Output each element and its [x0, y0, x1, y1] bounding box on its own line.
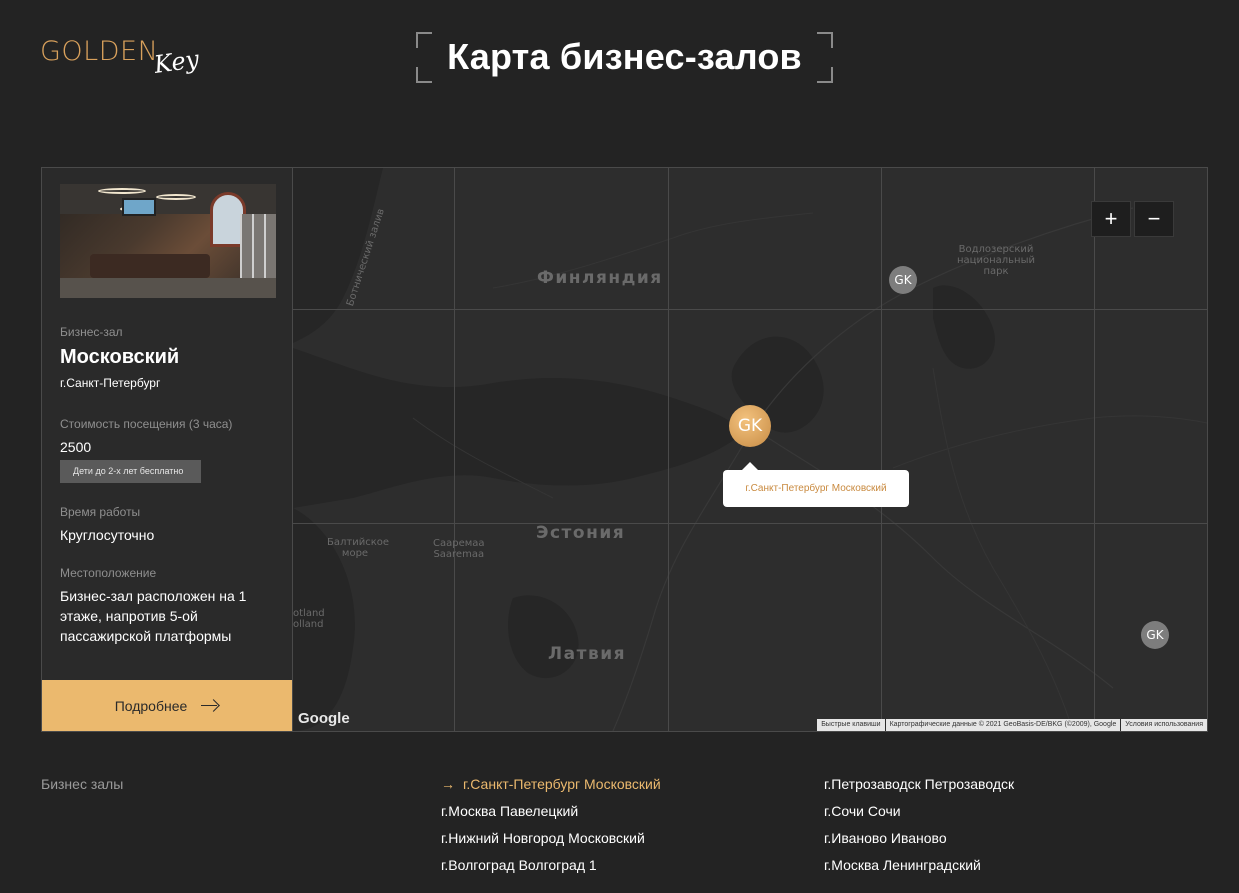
map-grid-line [293, 309, 1207, 310]
map-attribution-bar: Быстрые клавиши Картографические данные … [817, 719, 1207, 731]
map-label-finland: Финляндия [537, 268, 663, 288]
road [752, 427, 1114, 689]
hall-type-label: Бизнес-зал [60, 325, 123, 339]
map-label-vodlozersky: Водлозерский национальный парк [957, 244, 1035, 277]
map-label-baltic: Балтийское море [327, 537, 390, 559]
zoom-in-button[interactable]: + [1091, 201, 1131, 237]
road [932, 367, 1074, 731]
keyboard-shortcuts-link[interactable]: Быстрые клавиши [817, 719, 885, 731]
map-marker-east[interactable]: GK [1141, 621, 1169, 649]
hall-info-panel: Бизнес-зал Московский г.Санкт-Петербург … [42, 168, 293, 731]
hours-label: Время работы [60, 505, 141, 519]
photo-floor [60, 278, 276, 298]
golden-key-logo[interactable]: GOLDEN Key [40, 34, 210, 84]
more-button-label: Подробнее [114, 697, 188, 714]
road [892, 415, 1207, 469]
logo-main-text: GOLDEN [40, 36, 159, 67]
hall-list-item[interactable]: г.Волгоград Волгоград 1 [441, 857, 661, 884]
hours-value: Круглосуточно [60, 527, 155, 543]
hall-list-item[interactable]: г.Москва Ленинградский [824, 857, 1014, 884]
photo-light-ring [98, 188, 146, 194]
map-label-saaremaa: Сааремаа Saaremaa [433, 538, 485, 560]
terms-of-use-link[interactable]: Условия использования [1121, 719, 1207, 731]
lake-onega [933, 285, 995, 369]
price-value: 2500 [60, 439, 92, 455]
hall-photo [60, 184, 276, 298]
arrow-right-icon [201, 700, 219, 712]
hall-list-heading: Бизнес залы [41, 776, 124, 792]
zoom-out-button[interactable]: − [1134, 201, 1174, 237]
logo-script-text: Key [152, 45, 201, 79]
map-grid-line [454, 168, 455, 731]
map-label-gotland-1: otland [293, 608, 325, 619]
map-marker-petrozavodsk[interactable]: GK [889, 266, 917, 294]
price-label: Стоимость посещения (3 часа) [60, 417, 233, 431]
map-terrain [293, 168, 1207, 731]
hall-city: г.Санкт-Петербург [60, 376, 161, 390]
hall-list-item[interactable]: г.Сочи Сочи [824, 803, 1014, 830]
hall-list-item[interactable]: г.Петрозаводск Петрозаводск [824, 776, 1014, 803]
hall-list-column-1: → г.Санкт-Петербург Московский г.Москва П… [441, 776, 661, 884]
map-data-attribution: Картографические данные © 2021 GeoBasis-… [885, 719, 1121, 731]
hall-list-item-label: г.Санкт-Петербург Московский [463, 776, 661, 792]
hall-list-column-2: г.Петрозаводск Петрозаводск г.Сочи Сочи … [824, 776, 1014, 884]
hall-list-item[interactable]: г.Москва Павелецкий [441, 803, 661, 830]
arrow-right-icon: → [441, 776, 455, 792]
map-block: Бизнес-зал Московский г.Санкт-Петербург … [41, 167, 1208, 732]
map-grid-line [881, 168, 882, 731]
map-label-saaremaa-ru: Сааремаа [433, 538, 485, 549]
photo-tv [122, 198, 156, 216]
hall-name: Московский [60, 346, 180, 368]
map-grid-line [1094, 168, 1095, 731]
map-label-vodlozersky-1: Водлозерский [958, 244, 1034, 255]
hall-list-item[interactable]: г.Иваново Иваново [824, 830, 1014, 857]
google-logo[interactable]: Google [298, 710, 350, 727]
hall-list-item-active[interactable]: → г.Санкт-Петербург Московский [441, 776, 661, 803]
map-grid-line [293, 523, 1207, 524]
map-label-estonia: Эстония [536, 523, 626, 543]
location-label: Местоположение [60, 566, 157, 580]
page-title: Карта бизнес-залов [447, 36, 802, 77]
page-title-frame: Карта бизнес-залов [416, 32, 833, 83]
map-area[interactable]: Финляндия Эстония Латвия Ботнический зал… [293, 168, 1207, 731]
kids-free-badge: Дети до 2-х лет бесплатно [60, 460, 201, 483]
map-label-gotland: otland olland [293, 608, 325, 630]
map-label-vodlozersky-3: парк [983, 266, 1009, 277]
map-label-vodlozersky-2: национальный [957, 255, 1035, 266]
map-marker-saint-petersburg[interactable]: GK [729, 405, 771, 447]
map-label-gotland-2: olland [293, 619, 324, 630]
map-label-latvia: Латвия [548, 644, 627, 664]
photo-sofa [90, 254, 210, 278]
map-grid-line [668, 168, 669, 731]
gulf-water [293, 348, 743, 508]
more-details-button[interactable]: Подробнее [42, 680, 292, 731]
map-label-saaremaa-en: Saaremaa [433, 549, 485, 560]
hall-list-item[interactable]: г.Нижний Новгород Московский [441, 830, 661, 857]
map-popup[interactable]: г.Санкт-Петербург Московский [723, 462, 909, 507]
location-value: Бизнес-зал расположен на 1 этаже, напрот… [60, 588, 247, 644]
photo-light-ring [156, 194, 196, 200]
gulf-of-riga [508, 595, 579, 679]
